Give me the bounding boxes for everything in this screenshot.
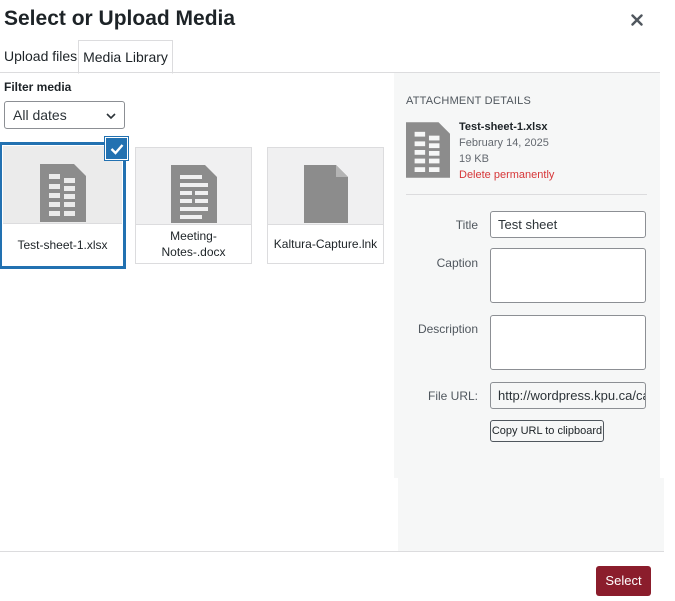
caption-field[interactable] — [490, 248, 646, 303]
date-filter-value: All dates — [13, 107, 67, 123]
caption-label: Caption — [436, 256, 478, 270]
attachment-filename: Meeting-Notes-.docx — [136, 224, 251, 263]
attachment-filename: Kaltura-Capture.lnk — [268, 224, 383, 263]
attachment-details-heading: ATTACHMENT DETAILS — [406, 95, 532, 107]
date-filter-select[interactable]: All dates — [4, 101, 125, 129]
selected-check-button[interactable] — [105, 137, 128, 160]
title-field[interactable]: Test sheet — [490, 211, 646, 238]
attachment-size: 19 KB — [459, 153, 489, 165]
chevron-down-icon — [106, 113, 116, 120]
attachment-details-panel: ATTACHMENT DETAILS Test-sheet-1.xlsx Feb… — [394, 73, 660, 478]
title-label: Title — [455, 218, 478, 232]
copy-url-button[interactable]: Copy URL to clipboard — [490, 420, 604, 442]
checkmark-icon — [110, 143, 123, 155]
attachment-date: February 14, 2025 — [459, 137, 549, 149]
tab-upload-files[interactable]: Upload files — [4, 40, 77, 73]
attachment-item[interactable]: Kaltura-Capture.lnk — [267, 147, 384, 264]
attachment-item[interactable]: Meeting-Notes-.docx — [135, 147, 252, 264]
modal-title: Select or Upload Media — [4, 7, 236, 30]
spreadsheet-icon — [39, 164, 86, 222]
spreadsheet-icon — [406, 122, 450, 178]
close-icon — [631, 14, 643, 26]
select-button[interactable]: Select — [596, 566, 651, 596]
details-divider — [406, 194, 647, 195]
description-field[interactable] — [490, 315, 646, 370]
tab-media-library[interactable]: Media Library — [78, 40, 173, 74]
attachment-details-panel-bottom — [398, 478, 664, 551]
attachment-meta: Test-sheet-1.xlsx February 14, 2025 19 K… — [459, 119, 554, 183]
footer-divider — [0, 551, 664, 552]
document-icon — [170, 165, 217, 223]
file-icon — [303, 165, 348, 223]
file-url-field[interactable]: http://wordpress.kpu.ca/cam — [490, 382, 646, 409]
delete-permanently-link[interactable]: Delete permanently — [459, 167, 554, 183]
attachment-item[interactable]: Test-sheet-1.xlsx — [2, 145, 123, 266]
close-button[interactable] — [624, 7, 650, 33]
attachment-filename: Test-sheet-1.xlsx — [459, 121, 548, 133]
description-label: Description — [417, 322, 478, 336]
attachment-filename: Test-sheet-1.xlsx — [3, 223, 122, 265]
filter-media-label: Filter media — [4, 80, 72, 94]
file-url-label: File URL: — [427, 389, 478, 403]
